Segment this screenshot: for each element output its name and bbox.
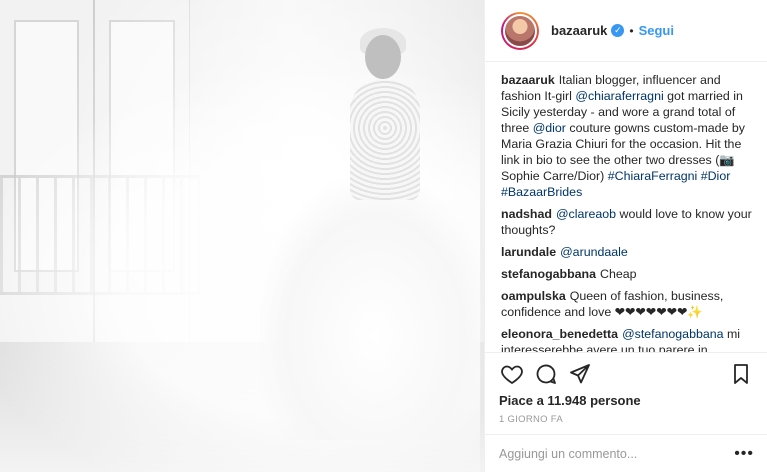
- photo-dress-skirt: [260, 180, 484, 440]
- bookmark-icon[interactable]: [728, 362, 754, 386]
- verified-badge-icon: ✓: [611, 24, 625, 37]
- comment-username[interactable]: oampulska: [501, 289, 566, 303]
- comment-input[interactable]: [499, 446, 719, 461]
- header-username[interactable]: bazaaruk: [551, 23, 607, 38]
- post-header: bazaaruk ✓ • Segui: [485, 0, 767, 62]
- post-actions: Piace a 11.948 persone 1 GIORNO FA: [485, 352, 767, 425]
- comment-text: Cheap: [600, 267, 637, 281]
- comment-username[interactable]: nadshad: [501, 207, 552, 221]
- comment-username[interactable]: eleonora_benedetta: [501, 327, 618, 341]
- comment-username[interactable]: stefanogabbana: [501, 267, 596, 281]
- comments-list[interactable]: bazaaruk Italian blogger, influencer and …: [501, 72, 758, 352]
- avatar-image: [503, 13, 537, 48]
- comment-item: nadshad @clareaob would love to know your…: [501, 206, 758, 238]
- avatar[interactable]: [501, 11, 539, 50]
- comment-item: eleonora_benedetta @stefanogabbana mi int…: [501, 326, 758, 352]
- post-timestamp: 1 GIORNO FA: [499, 414, 564, 425]
- comment-mention[interactable]: @stefanogabbana: [622, 327, 723, 341]
- share-icon[interactable]: [567, 362, 593, 386]
- add-comment-bar: •••: [485, 434, 767, 472]
- photo-head: [365, 35, 401, 79]
- header-separator: •: [629, 23, 634, 38]
- likes-count[interactable]: Piace a 11.948 persone: [499, 393, 754, 408]
- comment-item: oampulska Queen of fashion, business, con…: [501, 288, 758, 320]
- caption-username[interactable]: bazaaruk: [501, 73, 555, 87]
- comment-item: stefanogabbana Cheap: [501, 266, 758, 282]
- post-side-panel: bazaaruk ✓ • Segui bazaaruk Italian blogg…: [484, 0, 767, 472]
- comment-item: larundale @arundaale: [501, 244, 758, 260]
- more-options-icon[interactable]: •••: [734, 445, 754, 463]
- comment-icon[interactable]: [533, 362, 559, 386]
- caption: bazaaruk Italian blogger, influencer and …: [501, 72, 758, 200]
- heart-icon[interactable]: [499, 362, 525, 386]
- post-photo[interactable]: [0, 0, 484, 472]
- comment-mention[interactable]: @clareaob: [556, 207, 616, 221]
- follow-button[interactable]: Segui: [639, 23, 674, 38]
- comment-mention[interactable]: @arundaale: [560, 245, 628, 259]
- caption-mention-dior[interactable]: @dior: [533, 121, 566, 135]
- comment-username[interactable]: larundale: [501, 245, 556, 259]
- action-icons: [499, 361, 754, 387]
- photo-dress-bodice: [350, 80, 420, 200]
- caption-mention-chiaraferragni[interactable]: @chiaraferragni: [575, 89, 663, 103]
